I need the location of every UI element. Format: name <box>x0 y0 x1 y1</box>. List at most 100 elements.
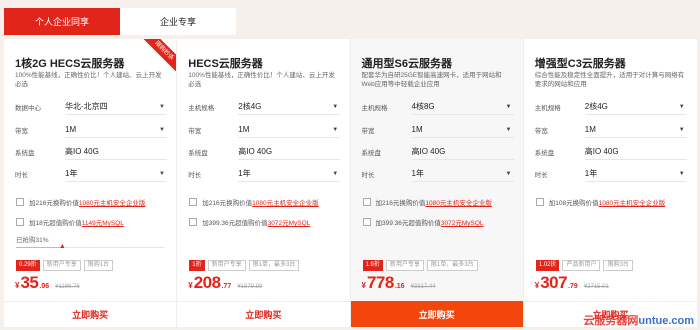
select-value: 华北-北京四 <box>65 102 108 111</box>
addon-text: 加216元换购价值 <box>29 200 79 207</box>
currency-symbol: ¥ <box>534 281 540 290</box>
spec-row: 主机规格 4核8G ▼ <box>362 99 514 115</box>
caret-down-icon: ▼ <box>332 170 339 177</box>
addon-highlight[interactable]: 1149元MySQL <box>82 220 124 227</box>
flash-sale-badge: 限购秒杀 <box>141 39 177 74</box>
buy-now-button[interactable]: 立即购买 <box>177 301 350 327</box>
price-decimal: .06 <box>39 283 50 290</box>
duration-select[interactable]: 1年 ▼ <box>65 166 167 182</box>
duration-select[interactable]: 1年 ▼ <box>584 166 687 182</box>
checkbox[interactable] <box>189 198 198 206</box>
addon-highlight[interactable]: 3072元MySQL <box>441 220 484 227</box>
system-disk-select[interactable]: 高IO 40G <box>411 144 514 160</box>
addon-mysql-check[interactable]: 加399.36元超值购价值3072元MySQL <box>362 217 519 227</box>
addon-highlight[interactable]: 1080元主机安全企业版 <box>425 200 491 207</box>
checkbox[interactable] <box>16 218 24 226</box>
select-value: 2核4G <box>238 102 262 111</box>
original-price: ¥3317.44 <box>410 284 436 290</box>
caret-down-icon: ▼ <box>159 170 165 177</box>
system-disk-select[interactable]: 高IO 40G <box>238 144 341 160</box>
product-card-c3: 增强型C3云服务器 综合性能及稳定性全面提升，适用于对计算与网络有要求的网站和应… <box>523 39 697 327</box>
bandwidth-select[interactable]: 1M ▼ <box>584 122 687 138</box>
addon-mysql-check[interactable]: 加399.36元超值购价值3072元MySQL <box>189 217 345 227</box>
row-label: 主机规格 <box>534 105 561 112</box>
addon-security-check[interactable]: 加108元换购价值1080元主机安全企业版 <box>535 197 692 207</box>
checkbox[interactable] <box>189 218 198 226</box>
select-value: 1M <box>584 125 596 134</box>
addon-mysql-check[interactable]: 加18元超值购价值1149元MySQL <box>16 217 172 227</box>
caret-down-icon: ▼ <box>678 126 685 133</box>
system-disk-select[interactable]: 高IO 40G <box>584 144 687 160</box>
price-decimal: .79 <box>568 283 578 290</box>
select-value: 1年 <box>584 169 598 178</box>
buy-now-button[interactable]: 立即购买 <box>350 301 523 327</box>
row-label: 系统盘 <box>15 150 35 157</box>
product-cards: 限购秒杀 1核2G HECS云服务器 100%性能基线，正确性价比！个人建站、云… <box>4 39 697 327</box>
checkbox[interactable] <box>362 198 371 206</box>
datacenter-row: 数据中心 华北-北京四 ▼ <box>15 99 167 115</box>
spec-select[interactable]: 2核4G ▼ <box>584 99 687 115</box>
currency-symbol: ¥ <box>188 281 193 290</box>
product-card-hecs-1c2g: 限购秒杀 1核2G HECS云服务器 100%性能基线，正确性价比！个人建站、云… <box>4 39 178 327</box>
card-title: HECS云服务器 <box>188 58 263 70</box>
datacenter-select[interactable]: 华北-北京四 ▼ <box>65 99 167 115</box>
caret-down-icon: ▼ <box>505 126 512 133</box>
tab-personal-enterprise[interactable]: 个人企业同享 <box>4 8 120 35</box>
bandwidth-select[interactable]: 1M ▼ <box>411 122 514 138</box>
select-value: 高IO 40G <box>238 147 273 156</box>
checkbox[interactable] <box>535 198 544 206</box>
caret-down-icon: ▼ <box>505 170 512 177</box>
price-integer: 35 <box>20 273 39 292</box>
addon-highlight[interactable]: 1080元主机安全企业版 <box>599 200 665 207</box>
checkbox[interactable] <box>16 198 24 206</box>
currency-symbol: ¥ <box>361 281 366 290</box>
row-label: 主机规格 <box>361 105 388 112</box>
system-disk-select[interactable]: 高IO 40G <box>65 144 167 160</box>
row-label: 时长 <box>534 172 548 179</box>
bandwidth-select[interactable]: 1M ▼ <box>65 122 167 138</box>
card-title: 1核2G HECS云服务器 <box>15 58 125 70</box>
row-label: 时长 <box>15 172 28 179</box>
addon-security-check[interactable]: 加216元换购价值1080元主机安全企业版 <box>189 197 345 207</box>
bandwidth-select[interactable]: 1M ▼ <box>238 122 341 138</box>
tab-enterprise-only[interactable]: 企业专享 <box>120 8 236 35</box>
caret-down-icon: ▼ <box>332 126 339 133</box>
price: ¥ 208 .77 ¥1879.99 <box>188 273 262 293</box>
addon-highlight[interactable]: 3072元MySQL <box>268 220 311 227</box>
duration-select[interactable]: 1年 ▼ <box>238 166 341 182</box>
buy-now-button[interactable]: 立即购买 <box>4 301 177 327</box>
system-disk-row: 系统盘 高IO 40G <box>535 144 687 160</box>
card-description: 100%性能基线，正确性价比！个人建站、云上开发必选 <box>15 72 162 88</box>
select-value: 高IO 40G <box>65 147 99 156</box>
addon-security-check[interactable]: 加216元换购价值1080元主机安全企业版 <box>16 197 172 207</box>
row-label: 带宽 <box>15 128 28 135</box>
product-card-s6: 通用型S6云服务器 配套华为自研25GE智能高速网卡，适用于网站和Web应用等中… <box>350 39 524 327</box>
discount-tag: 1.02折 <box>535 260 560 271</box>
caret-down-icon: ▼ <box>332 103 339 110</box>
original-price: ¥1186.76 <box>55 284 80 290</box>
select-value: 1年 <box>65 169 78 178</box>
discount-tag: 1.9折 <box>362 260 383 271</box>
checkbox[interactable] <box>362 218 371 226</box>
tag: 产品新用户 <box>562 260 601 271</box>
addon-text: 加18元超值购价值 <box>29 220 82 227</box>
duration-row: 时长 1年 ▼ <box>15 166 167 182</box>
original-price: ¥1879.99 <box>237 284 263 290</box>
watermark-right: untue.com <box>638 315 694 327</box>
spec-select[interactable]: 2核4G ▼ <box>238 99 341 115</box>
addon-security-check[interactable]: 加216元换购价值1080元主机安全企业版 <box>362 197 519 207</box>
tab-bar: 个人企业同享 企业专享 <box>4 8 236 35</box>
addon-highlight[interactable]: 1080元主机安全企业版 <box>252 200 318 207</box>
tag-row: 0.29折 新用户专享 限购1台 <box>16 260 114 271</box>
duration-select[interactable]: 1年 ▼ <box>411 166 514 182</box>
select-value: 1M <box>411 125 423 134</box>
spec-row: 主机规格 2核4G ▼ <box>188 99 341 115</box>
row-label: 系统盘 <box>534 150 555 157</box>
addon-highlight[interactable]: 1080元主机安全企业版 <box>79 200 145 207</box>
row-label: 主机规格 <box>188 105 215 112</box>
duration-row: 时长 1年 ▼ <box>535 166 687 182</box>
spec-select[interactable]: 4核8G ▼ <box>411 99 514 115</box>
price-integer: 307 <box>540 273 568 292</box>
price: ¥ 778 .16 ¥3317.44 <box>362 273 436 293</box>
tag: 新用户专享 <box>42 260 81 271</box>
